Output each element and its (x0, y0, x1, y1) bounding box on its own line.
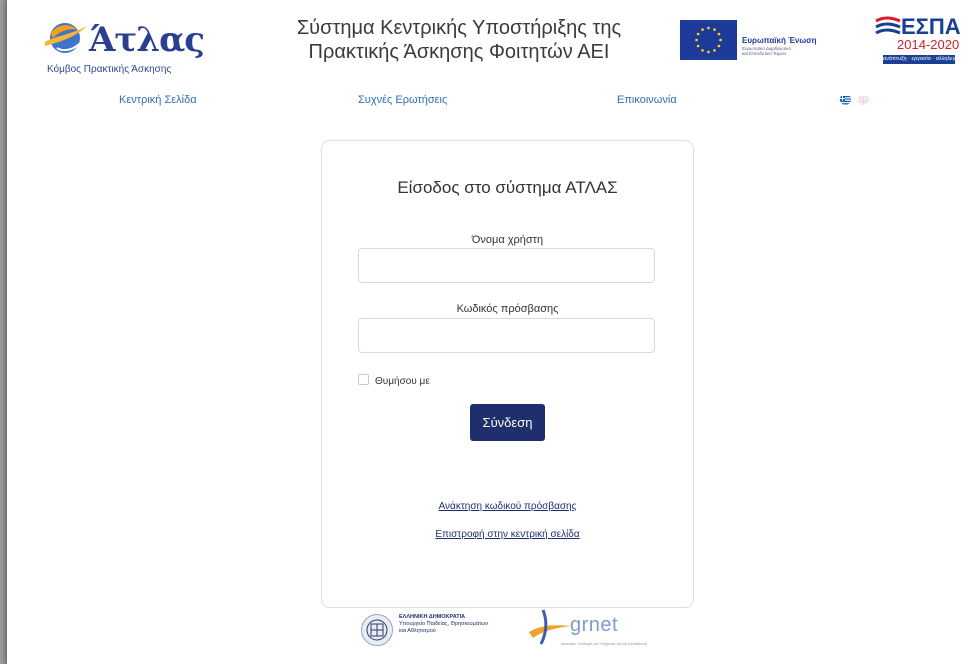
remember-me[interactable]: Θυμήσου με (358, 374, 430, 387)
nav-contact-link[interactable]: Επικοινωνία (617, 94, 677, 106)
login-title: Είσοδος στο σύστημα ΑΤΛΑΣ (397, 178, 618, 197)
ministry-logo: ΕΛΛΗΝΙΚΗ ΔΗΜΟΚΡΑΤΙΑ Υπουργείο Παιδείας, … (361, 610, 521, 646)
grnet-logo: grnet Δικτυακές Υποδομές και Υπηρεσίες γ… (525, 604, 655, 654)
uk-flag-icon[interactable] (858, 94, 869, 105)
espa-logo: ΕΣΠΑ 2014-2020 ανάπτυξη · εργασία · αλλη… (873, 14, 961, 66)
login-card: Είσοδος στο σύστημα ΑΤΛΑΣ Όνομα χρήστη Κ… (321, 140, 694, 608)
recover-password-link[interactable]: Ανάκτηση κωδικού πρόσβασης (439, 501, 577, 512)
ministry-line2: Υπουργείο Παιδείας, Θρησκευμάτων (399, 621, 489, 627)
site-title: Σύστημα Κεντρικής Υποστήριξης της Πρακτι… (269, 16, 649, 64)
site-title-line1: Σύστημα Κεντρικής Υποστήριξης της (296, 17, 622, 39)
recover-password-row: Ανάκτηση κωδικού πρόσβασης (322, 501, 693, 512)
espa-tagline: ανάπτυξη · εργασία · αλληλεγγύη (883, 55, 955, 64)
nav-home-link[interactable]: Κεντρική Σελίδα (119, 94, 197, 106)
eu-title: Ευρωπαϊκή Ένωση (742, 36, 817, 45)
password-label: Κωδικός πρόσβασης (456, 303, 559, 315)
eu-subtitle: Ευρωπαϊκό Διαρθρωτικό και Επενδυτικό Ταμ… (742, 46, 791, 56)
greek-flag-icon[interactable] (840, 94, 851, 105)
greek-seal-icon (361, 614, 393, 646)
ministry-line1: ΕΛΛΗΝΙΚΗ ΔΗΜΟΚΡΑΤΙΑ (399, 614, 466, 620)
ministry-text: ΕΛΛΗΝΙΚΗ ΔΗΜΟΚΡΑΤΙΑ Υπουργείο Παιδείας, … (399, 614, 488, 635)
ministry-line3: και Αθλητισμού (399, 628, 436, 634)
username-label: Όνομα χρήστη (471, 234, 544, 246)
espa-years: 2014-2020 (897, 37, 960, 52)
eu-logo: Ευρωπαϊκή Ένωση Ευρωπαϊκό Διαρθρωτικό κα… (680, 20, 830, 66)
logo-subtitle: Κόμβος Πρακτικής Άσκησης (47, 64, 172, 75)
login-submit-button[interactable]: Σύνδεση (470, 404, 545, 441)
remember-me-checkbox[interactable] (358, 374, 369, 385)
eu-flag-icon (680, 20, 737, 60)
password-input[interactable] (358, 318, 655, 353)
grnet-wordmark: grnet (570, 614, 619, 636)
logo-wordmark: Άτλας (89, 20, 205, 60)
back-home-link[interactable]: Επιστροφή στην κεντρική σελίδα (435, 529, 579, 540)
grnet-logo-icon (529, 609, 571, 645)
atlas-logo-icon (45, 23, 87, 53)
remember-me-label: Θυμήσου με (375, 376, 430, 387)
atlas-logo[interactable]: Άτλας Κόμβος Πρακτικής Άσκησης (33, 12, 205, 76)
grnet-subtitle: Δικτυακές Υποδομές και Υπηρεσίες για την… (561, 642, 648, 646)
eu-subtitle-line2: και Επενδυτικό Ταμείο (742, 51, 786, 56)
espa-logo-icon (875, 16, 901, 35)
username-input[interactable] (358, 248, 655, 283)
page: Άτλας Κόμβος Πρακτικής Άσκησης Σύστημα Κ… (7, 0, 970, 664)
back-home-row: Επιστροφή στην κεντρική σελίδα (322, 529, 693, 540)
nav-faq-link[interactable]: Συχνές Ερωτήσεις (358, 94, 447, 106)
site-title-line2: Πρακτικής Άσκησης Φοιτητών ΑΕΙ (308, 41, 610, 63)
